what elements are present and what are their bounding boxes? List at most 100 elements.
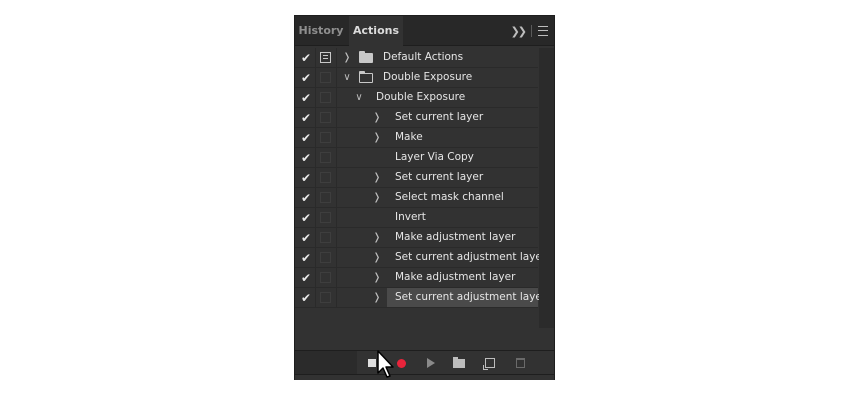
toggle-dialog-icon[interactable]	[320, 212, 331, 223]
toggle-dialog-icon[interactable]	[320, 272, 331, 283]
action-row[interactable]: ✔ ❭ Select mask channel	[295, 188, 538, 208]
action-row[interactable]: ✔ ❭ Make adjustment layer	[295, 228, 538, 248]
column-divider	[315, 168, 316, 188]
toggle-item-checkmark-icon[interactable]: ✔	[299, 71, 313, 85]
column-divider	[336, 88, 337, 108]
double-chevron-right-icon[interactable]: ❯❯	[511, 25, 528, 38]
action-row[interactable]: ✔ ❭ Default Actions	[295, 48, 538, 68]
chevron-right-icon[interactable]: ❭	[371, 110, 383, 126]
column-divider	[336, 68, 337, 88]
chevron-right-icon[interactable]: ❭	[371, 230, 383, 246]
toggle-item-checkmark-icon[interactable]: ✔	[299, 191, 313, 205]
toggle-item-checkmark-icon[interactable]: ✔	[299, 291, 313, 305]
toggle-item-checkmark-icon[interactable]: ✔	[299, 251, 313, 265]
action-row[interactable]: ✔ Layer Via Copy	[295, 148, 538, 168]
delete-button[interactable]	[511, 354, 529, 372]
column-divider	[336, 168, 337, 188]
toggle-dialog-icon[interactable]	[320, 172, 331, 183]
tab-actions[interactable]: Actions	[349, 16, 403, 47]
toggle-dialog-icon[interactable]	[320, 132, 331, 143]
stop-icon	[368, 359, 376, 367]
toggle-dialog-icon[interactable]	[320, 192, 331, 203]
action-label: Make	[395, 131, 423, 143]
chevron-down-icon[interactable]: ∨	[341, 70, 353, 86]
column-divider	[336, 268, 337, 288]
toggle-item-checkmark-icon[interactable]: ✔	[299, 91, 313, 105]
action-row[interactable]: ✔ ∨ Double Exposure	[295, 68, 538, 88]
column-divider	[315, 228, 316, 248]
column-divider	[315, 148, 316, 168]
action-row[interactable]: ✔ ❭ Set current layer	[295, 168, 538, 188]
toggle-item-checkmark-icon[interactable]: ✔	[299, 111, 313, 125]
folder-icon	[359, 71, 373, 83]
create-new-action-button[interactable]	[481, 354, 499, 372]
action-label: Default Actions	[383, 51, 464, 63]
action-row[interactable]: ✔ ❭ Set current adjustment layer	[295, 288, 546, 308]
action-row[interactable]: ✔ ❭ Set current layer	[295, 108, 538, 128]
play-selection-button[interactable]	[422, 354, 440, 372]
panel-menu-icon[interactable]	[538, 26, 548, 36]
chevron-right-icon[interactable]: ❭	[371, 250, 383, 266]
column-divider	[336, 208, 337, 228]
action-label: Make adjustment layer	[395, 271, 516, 283]
toggle-dialog-icon[interactable]	[320, 92, 331, 103]
record-icon	[396, 358, 406, 368]
column-divider	[315, 48, 316, 68]
toggle-dialog-icon[interactable]	[320, 112, 331, 123]
toggle-dialog-icon[interactable]	[320, 152, 331, 163]
action-label: Select mask channel	[395, 191, 504, 203]
actions-toolbar	[295, 350, 554, 374]
new-item-icon	[483, 358, 495, 370]
column-divider	[336, 228, 337, 248]
panel-tab-bar: History Actions ❯❯	[295, 16, 554, 47]
tab-history[interactable]: History	[295, 16, 347, 46]
panel-controls: ❯❯	[511, 16, 548, 46]
column-divider	[315, 208, 316, 228]
action-label: Set current layer	[395, 111, 484, 123]
create-new-set-button[interactable]	[450, 354, 468, 372]
toggle-item-checkmark-icon[interactable]: ✔	[299, 231, 313, 245]
toggle-item-checkmark-icon[interactable]: ✔	[299, 51, 313, 65]
chevron-right-icon[interactable]: ❭	[371, 130, 383, 146]
toggle-item-checkmark-icon[interactable]: ✔	[299, 171, 313, 185]
column-divider	[336, 188, 337, 208]
column-divider	[336, 248, 337, 268]
column-divider	[315, 288, 316, 308]
chevron-right-icon[interactable]: ❭	[371, 270, 383, 286]
toggle-dialog-icon[interactable]	[320, 232, 331, 243]
chevron-right-icon[interactable]: ❭	[371, 190, 383, 206]
action-row[interactable]: ✔ ❭ Make adjustment layer	[295, 268, 538, 288]
action-row[interactable]: ✔ ❭ Set current adjustment layer	[295, 248, 546, 268]
toggle-item-checkmark-icon[interactable]: ✔	[299, 131, 313, 145]
toggle-dialog-icon[interactable]	[320, 52, 331, 63]
action-row[interactable]: ✔ ❭ Make	[295, 128, 538, 148]
column-divider	[315, 268, 316, 288]
toggle-item-checkmark-icon[interactable]: ✔	[299, 211, 313, 225]
column-divider	[315, 88, 316, 108]
action-label: Double Exposure	[383, 71, 473, 83]
chevron-right-icon[interactable]: ❭	[341, 50, 353, 66]
action-label: Layer Via Copy	[395, 151, 474, 163]
column-divider	[336, 148, 337, 168]
chevron-right-icon[interactable]: ❭	[371, 170, 383, 186]
actions-list: ✔ ❭ Default Actions ✔ ∨ Double Exposure ✔ ∨ Doub…	[295, 48, 546, 308]
action-label: Set current layer	[395, 171, 484, 183]
action-label: Set current adjustment layer	[395, 291, 547, 303]
toggle-dialog-icon[interactable]	[320, 252, 331, 263]
column-divider	[315, 128, 316, 148]
panel-footer	[295, 374, 554, 380]
scrollbar[interactable]	[539, 48, 554, 328]
toggle-item-checkmark-icon[interactable]: ✔	[299, 271, 313, 285]
action-label: Double Exposure	[376, 91, 466, 103]
chevron-down-icon[interactable]: ∨	[353, 90, 365, 106]
action-label: Make adjustment layer	[395, 231, 516, 243]
action-row[interactable]: ✔ Invert	[295, 208, 538, 228]
toggle-item-checkmark-icon[interactable]: ✔	[299, 151, 313, 165]
toggle-dialog-icon[interactable]	[320, 72, 331, 83]
trash-icon	[515, 358, 525, 368]
action-row[interactable]: ✔ ∨ Double Exposure	[295, 88, 538, 108]
toggle-dialog-icon[interactable]	[320, 292, 331, 303]
actions-panel: History Actions ❯❯ ✔ ❭ Default Actions ✔ ∨ Do…	[294, 15, 555, 380]
play-icon	[427, 358, 435, 368]
chevron-right-icon[interactable]: ❭	[371, 290, 383, 306]
